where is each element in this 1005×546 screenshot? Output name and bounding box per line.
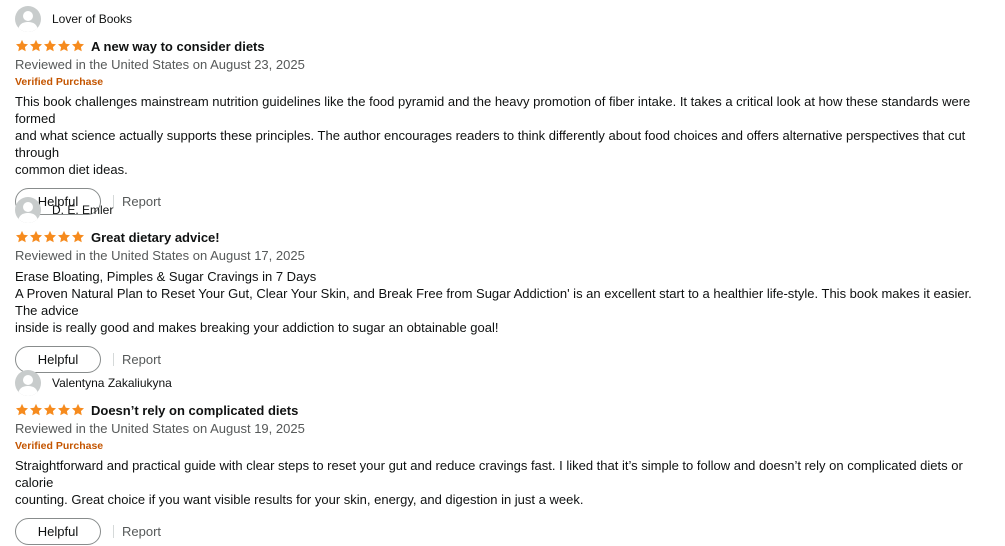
star-rating[interactable] bbox=[15, 403, 85, 417]
review-body: This book challenges mainstream nutritio… bbox=[15, 93, 985, 178]
star-icon bbox=[15, 403, 29, 416]
review-item: D. E. Emler Great dietary advice! Review… bbox=[15, 197, 990, 374]
star-icon bbox=[71, 39, 85, 52]
review-title[interactable]: Great dietary advice! bbox=[91, 230, 220, 245]
review-body-line: common diet ideas. bbox=[15, 162, 128, 177]
reviewer-name: D. E. Emler bbox=[52, 203, 114, 217]
report-link[interactable]: Report bbox=[122, 352, 161, 367]
reviewer-profile[interactable]: Valentyna Zakaliukyna bbox=[15, 370, 990, 396]
review-body-line: Erase Bloating, Pimples & Sugar Cravings… bbox=[15, 269, 317, 284]
star-icon bbox=[43, 403, 57, 416]
review-body-line: inside is really good and makes breaking… bbox=[15, 320, 499, 335]
reviewer-profile[interactable]: Lover of Books bbox=[15, 6, 990, 32]
star-icon bbox=[29, 39, 43, 52]
star-icon bbox=[15, 39, 29, 52]
star-icon bbox=[29, 403, 43, 416]
review-item: Lover of Books A new way to consider die… bbox=[15, 6, 990, 216]
star-icon bbox=[15, 230, 29, 243]
star-icon bbox=[71, 403, 85, 416]
star-icon bbox=[29, 230, 43, 243]
helpful-button[interactable]: Helpful bbox=[15, 518, 101, 545]
star-icon bbox=[57, 39, 71, 52]
divider bbox=[113, 353, 114, 366]
star-rating[interactable] bbox=[15, 39, 85, 53]
verified-purchase-badge: Verified Purchase bbox=[15, 76, 104, 88]
helpful-button[interactable]: Helpful bbox=[15, 346, 101, 373]
star-icon bbox=[43, 230, 57, 243]
reviewer-profile[interactable]: D. E. Emler bbox=[15, 197, 990, 223]
star-icon bbox=[43, 39, 57, 52]
star-icon bbox=[57, 403, 71, 416]
review-body-line: and what science actually supports these… bbox=[15, 128, 966, 160]
star-icon bbox=[71, 230, 85, 243]
review-date: Reviewed in the United States on August … bbox=[15, 248, 305, 263]
review-body-line: counting. Great choice if you want visib… bbox=[15, 492, 584, 507]
review-title[interactable]: A new way to consider diets bbox=[91, 39, 265, 54]
review-body: Straightforward and practical guide with… bbox=[15, 457, 985, 508]
review-item: Valentyna Zakaliukyna Doesn’t rely on co… bbox=[15, 370, 990, 546]
review-body-line: Straightforward and practical guide with… bbox=[15, 458, 963, 490]
review-body-line: A Proven Natural Plan to Reset Your Gut,… bbox=[15, 286, 972, 318]
reviewer-name: Valentyna Zakaliukyna bbox=[52, 376, 172, 390]
divider bbox=[113, 525, 114, 538]
review-date: Reviewed in the United States on August … bbox=[15, 421, 305, 436]
review-body: Erase Bloating, Pimples & Sugar Cravings… bbox=[15, 268, 985, 336]
review-body-line: This book challenges mainstream nutritio… bbox=[15, 94, 971, 126]
review-date: Reviewed in the United States on August … bbox=[15, 57, 305, 72]
star-icon bbox=[57, 230, 71, 243]
verified-purchase-badge: Verified Purchase bbox=[15, 440, 104, 452]
reviews-list: Lover of Books A new way to consider die… bbox=[0, 0, 1005, 545]
review-title[interactable]: Doesn’t rely on complicated diets bbox=[91, 403, 298, 418]
avatar-icon bbox=[15, 6, 41, 32]
reviewer-name: Lover of Books bbox=[52, 12, 133, 26]
avatar-icon bbox=[15, 370, 41, 396]
avatar-icon bbox=[15, 197, 41, 223]
review-actions: Helpful Report bbox=[15, 517, 990, 546]
star-rating[interactable] bbox=[15, 230, 85, 244]
